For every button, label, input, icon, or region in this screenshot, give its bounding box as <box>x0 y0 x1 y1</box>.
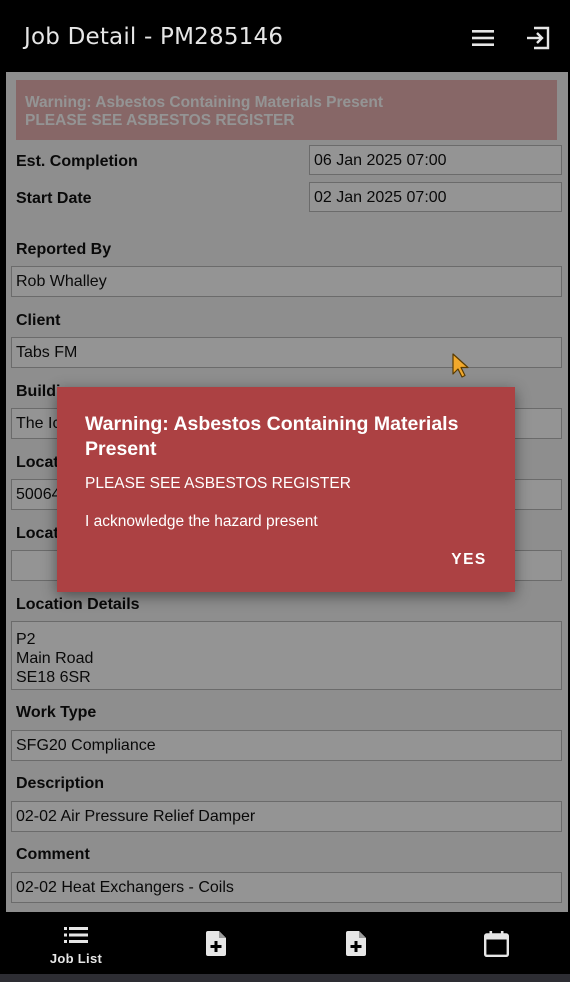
app-header: Job Detail - PM285146 <box>0 0 570 72</box>
page-title: Job Detail - PM285146 <box>24 24 284 50</box>
nav-job-list[interactable]: Job List <box>36 912 116 974</box>
calendar-icon <box>484 931 510 962</box>
asbestos-warning-dialog: Warning: Asbestos Containing Materials P… <box>57 387 515 592</box>
nav-new-document-1[interactable] <box>196 912 236 974</box>
list-icon <box>64 926 88 949</box>
dialog-title: Warning: Asbestos Containing Materials P… <box>85 413 459 460</box>
nav-new-document-2[interactable] <box>336 912 376 974</box>
dialog-message: PLEASE SEE ASBESTOS REGISTER <box>85 475 351 492</box>
nav-calendar[interactable] <box>476 912 516 974</box>
bottom-navigation: Job List <box>0 912 570 974</box>
nav-job-list-label: Job List <box>49 951 103 966</box>
dialog-acknowledge-text: I acknowledge the hazard present <box>85 513 318 530</box>
new-document-icon <box>206 931 226 961</box>
logout-icon[interactable] <box>522 22 554 54</box>
new-document-icon <box>346 931 366 961</box>
system-bar <box>0 974 570 982</box>
mouse-pointer-icon <box>451 352 473 380</box>
yes-button[interactable]: YES <box>439 551 499 575</box>
hamburger-menu-icon[interactable] <box>467 22 499 54</box>
